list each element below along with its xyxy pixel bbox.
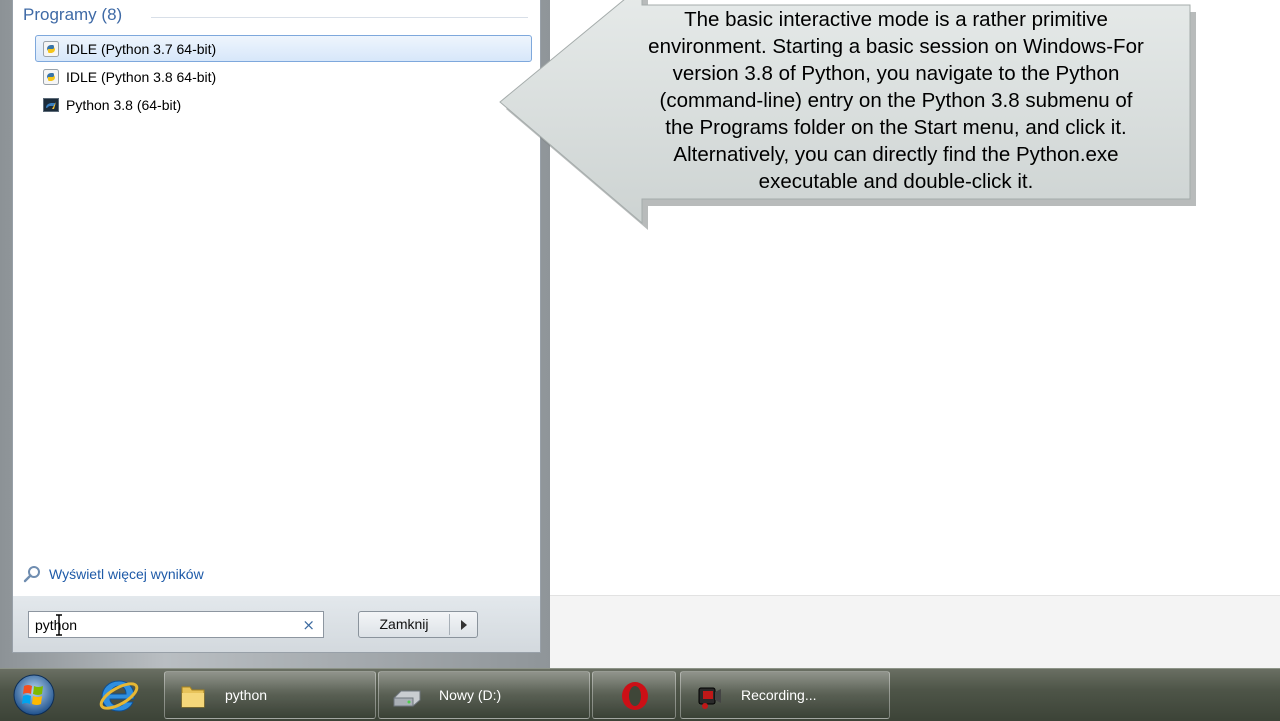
shutdown-separator bbox=[449, 614, 450, 635]
camcorder-icon bbox=[698, 687, 721, 709]
program-results-list: IDLE (Python 3.7 64-bit) IDLE (Python 3.… bbox=[35, 35, 532, 119]
search-input[interactable] bbox=[35, 614, 295, 635]
internet-explorer-icon[interactable] bbox=[88, 671, 150, 719]
programs-section-header: Programy (8) bbox=[23, 4, 528, 26]
opera-icon bbox=[622, 682, 648, 710]
result-item-label: IDLE (Python 3.7 64-bit) bbox=[66, 41, 217, 57]
start-search-box[interactable]: × bbox=[28, 611, 324, 638]
start-menu-results-pane: Programy (8) IDLE (Python 3.7 64-bit) ID… bbox=[12, 0, 541, 597]
folder-icon bbox=[181, 686, 205, 708]
drive-icon bbox=[393, 690, 421, 707]
desktop-strip bbox=[550, 595, 1280, 669]
text-cursor-icon bbox=[56, 614, 62, 636]
tutorial-callout-text: The basic interactive mode is a rather p… bbox=[648, 8, 1144, 193]
shutdown-button[interactable]: Zamknij bbox=[359, 612, 449, 637]
python-console-icon bbox=[43, 98, 59, 112]
result-item-label: IDLE (Python 3.8 64-bit) bbox=[66, 69, 217, 85]
idle-python-icon bbox=[43, 41, 59, 57]
result-item-idle-37[interactable]: IDLE (Python 3.7 64-bit) bbox=[35, 35, 532, 62]
programs-section-title: Programy (8) bbox=[23, 5, 123, 24]
taskbar-button-drive-d[interactable]: Nowy (D:) bbox=[378, 671, 590, 719]
taskbar-button-label: Nowy (D:) bbox=[439, 687, 502, 703]
taskbar-button-label: Recording... bbox=[741, 687, 817, 703]
taskbar-button-recording[interactable]: Recording... bbox=[680, 671, 890, 719]
taskbar-button-opera[interactable] bbox=[592, 671, 676, 719]
taskbar: python Nowy (D:) Recording... bbox=[0, 668, 1280, 721]
clear-search-icon[interactable]: × bbox=[302, 615, 315, 635]
taskbar-button-python-folder[interactable]: python bbox=[164, 671, 376, 719]
start-menu: Programy (8) IDLE (Python 3.7 64-bit) ID… bbox=[0, 0, 550, 668]
shutdown-options-arrow-icon[interactable] bbox=[461, 620, 467, 630]
shutdown-button-group: Zamknij bbox=[358, 611, 478, 638]
idle-python-icon bbox=[43, 69, 59, 85]
result-item-idle-38[interactable]: IDLE (Python 3.8 64-bit) bbox=[35, 63, 532, 90]
result-item-python-38[interactable]: Python 3.8 (64-bit) bbox=[35, 91, 532, 118]
windows-start-orb-icon[interactable] bbox=[10, 673, 58, 717]
search-icon bbox=[23, 566, 40, 583]
result-item-label: Python 3.8 (64-bit) bbox=[66, 97, 182, 113]
more-results-link[interactable]: Wyświetl więcej wyników bbox=[23, 562, 204, 586]
taskbar-button-label: python bbox=[225, 687, 268, 703]
section-divider bbox=[151, 17, 528, 18]
more-results-label: Wyświetl więcej wyników bbox=[49, 566, 204, 582]
